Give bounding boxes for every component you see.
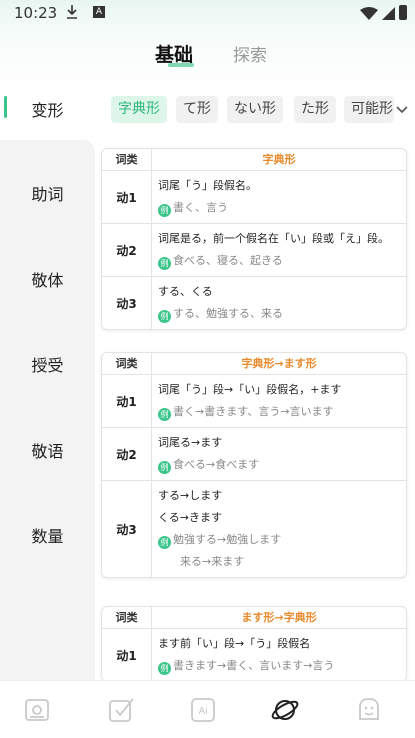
example-text: 書く→書きます、言う→言います xyxy=(173,405,334,418)
bottom-nav: Ai xyxy=(0,680,415,738)
example-line: 例食べる、寝る、起きる xyxy=(158,250,402,272)
verb-class: 动3 xyxy=(102,277,152,329)
check-icon[interactable] xyxy=(106,695,136,725)
conjugation-card: 词类 ます形→字典形 动1 ます前「い」段→「う」段假名 例書きます→書く、言い… xyxy=(101,606,407,680)
face-icon[interactable] xyxy=(354,695,384,725)
sidebar-item-giving[interactable]: 授受 xyxy=(0,352,95,376)
table-row: 动1 ます前「い」段→「う」段假名 例書きます→書く、言います→言う xyxy=(102,629,406,680)
tag-potential-form[interactable]: 可能形 xyxy=(344,96,394,123)
rule-text: 词尾是る，前一个假名在「い」段或「え」段。 xyxy=(158,232,389,245)
battery-icon xyxy=(399,5,407,20)
example-text: 書きます→書く、言います→言う xyxy=(173,659,335,672)
example-line: 例書きます→書く、言います→言う xyxy=(158,655,402,677)
example-text: 食べる→食べます xyxy=(173,458,260,471)
tab-active-indicator xyxy=(168,63,194,67)
ai-icon[interactable]: Ai xyxy=(188,695,218,725)
header: 基础 探索 xyxy=(0,28,415,86)
table-row: 动2 词尾る→ます 例食べる→食べます xyxy=(102,428,406,481)
table-row: 动2 词尾是る，前一个假名在「い」段或「え」段。 例食べる、寝る、起きる xyxy=(102,224,406,277)
content-area[interactable]: 词类 字典形 动1 词尾「う」段假名。 例書く、言う 动2 词尾是る，前一个假名… xyxy=(95,138,415,680)
table-row: 动1 词尾「う」段假名。 例書く、言う xyxy=(102,171,406,224)
sidebar: 变形 助词 敬体 授受 敬语 数量 xyxy=(0,86,95,680)
example-line: 例する、勉強する、来る xyxy=(158,303,402,325)
example-text: 勉強する→勉強します xyxy=(173,533,282,546)
tag-te-form[interactable]: て形 xyxy=(176,96,218,123)
sidebar-item-label: 变形 xyxy=(31,101,64,120)
rule-text: くる→きます xyxy=(158,511,222,524)
table-row: 动3 する→します くる→きます 例勉強する→勉強します 来る→来ます xyxy=(102,481,406,577)
ai-icon-label: Ai xyxy=(199,706,208,717)
rule-text: 词尾「う」段→「い」段假名，+ます xyxy=(158,383,342,396)
tab-explore[interactable]: 探索 xyxy=(233,41,267,66)
signal-icon xyxy=(382,7,395,20)
download-icon xyxy=(67,5,77,19)
card-header: 词类 ます形→字典形 xyxy=(102,607,406,629)
rule-text: する→します xyxy=(158,489,223,502)
example-badge-icon: 例 xyxy=(158,461,171,474)
example-line: 例書く、言う xyxy=(158,197,402,219)
sidebar-item-quantity[interactable]: 数量 xyxy=(0,523,95,547)
example-badge-icon: 例 xyxy=(158,536,171,549)
example-text: 食べる、寝る、起きる xyxy=(173,254,283,267)
example-badge-icon: 例 xyxy=(158,310,171,323)
example-badge-icon: 例 xyxy=(158,662,171,675)
header-value: 字典形→ます形 xyxy=(241,357,317,370)
header-key: 词类 xyxy=(102,353,152,374)
tag-nai-form[interactable]: ない形 xyxy=(227,96,283,123)
verb-class: 动1 xyxy=(102,629,152,680)
header-value: ます形→字典形 xyxy=(241,611,317,624)
sidebar-background xyxy=(0,140,95,680)
planet-icon[interactable] xyxy=(270,695,300,725)
sidebar-item-particles[interactable]: 助词 xyxy=(0,181,95,205)
rule-text: 词尾「う」段假名。 xyxy=(158,179,257,192)
table-row: 动1 词尾「う」段→「い」段假名，+ます 例書く→書きます、言う→言います xyxy=(102,375,406,428)
example-badge-icon: 例 xyxy=(158,204,171,217)
example-badge-icon: 例 xyxy=(158,408,171,421)
form-tag-row: 字典形 て形 ない形 た形 可能形 xyxy=(103,96,415,126)
book-icon[interactable] xyxy=(22,695,52,725)
example-text: 書く、言う xyxy=(173,201,228,214)
header-key: 词类 xyxy=(102,607,152,628)
status-time: 10:23 xyxy=(14,4,58,22)
header-value: 字典形 xyxy=(262,153,296,166)
card-header: 词类 字典形→ます形 xyxy=(102,353,406,375)
card-header: 词类 字典形 xyxy=(102,149,406,171)
sidebar-item-honorific[interactable]: 敬语 xyxy=(0,438,95,462)
wifi-icon xyxy=(360,7,378,20)
header-key: 词类 xyxy=(102,149,152,170)
verb-class: 动2 xyxy=(102,428,152,480)
example-text: する、勉強する、来る xyxy=(173,307,283,320)
example-badge-icon: 例 xyxy=(158,257,171,270)
sidebar-item-transform[interactable]: 变形 xyxy=(0,86,95,130)
status-bar: 10:23 A xyxy=(0,0,415,28)
conjugation-card: 词类 字典形→ます形 动1 词尾「う」段→「い」段假名，+ます 例書く→書きます… xyxy=(101,352,407,578)
example-extra: 来る→来ます xyxy=(180,555,245,568)
notification-a-icon: A xyxy=(93,6,105,18)
table-row: 动3 する、くる 例する、勉強する、来る xyxy=(102,277,406,329)
verb-class: 动1 xyxy=(102,171,152,223)
verb-class: 动1 xyxy=(102,375,152,427)
rule-text: ます前「い」段→「う」段假名 xyxy=(158,637,311,650)
rule-text: 词尾る→ます xyxy=(158,436,223,449)
chevron-down-icon[interactable] xyxy=(395,102,409,116)
tag-ta-form[interactable]: た形 xyxy=(294,96,336,123)
verb-class: 动2 xyxy=(102,224,152,276)
conjugation-card: 词类 字典形 动1 词尾「う」段假名。 例書く、言う 动2 词尾是る，前一个假名… xyxy=(101,148,407,330)
example-line: 例勉強する→勉強します xyxy=(158,529,402,551)
tag-dictionary-form[interactable]: 字典形 xyxy=(111,96,167,123)
example-line: 例食べる→食べます xyxy=(158,454,402,476)
rule-text: する、くる xyxy=(158,285,213,298)
example-line: 例書く→書きます、言う→言います xyxy=(158,401,402,423)
verb-class: 动3 xyxy=(102,481,152,577)
sidebar-item-polite[interactable]: 敬体 xyxy=(0,267,95,291)
